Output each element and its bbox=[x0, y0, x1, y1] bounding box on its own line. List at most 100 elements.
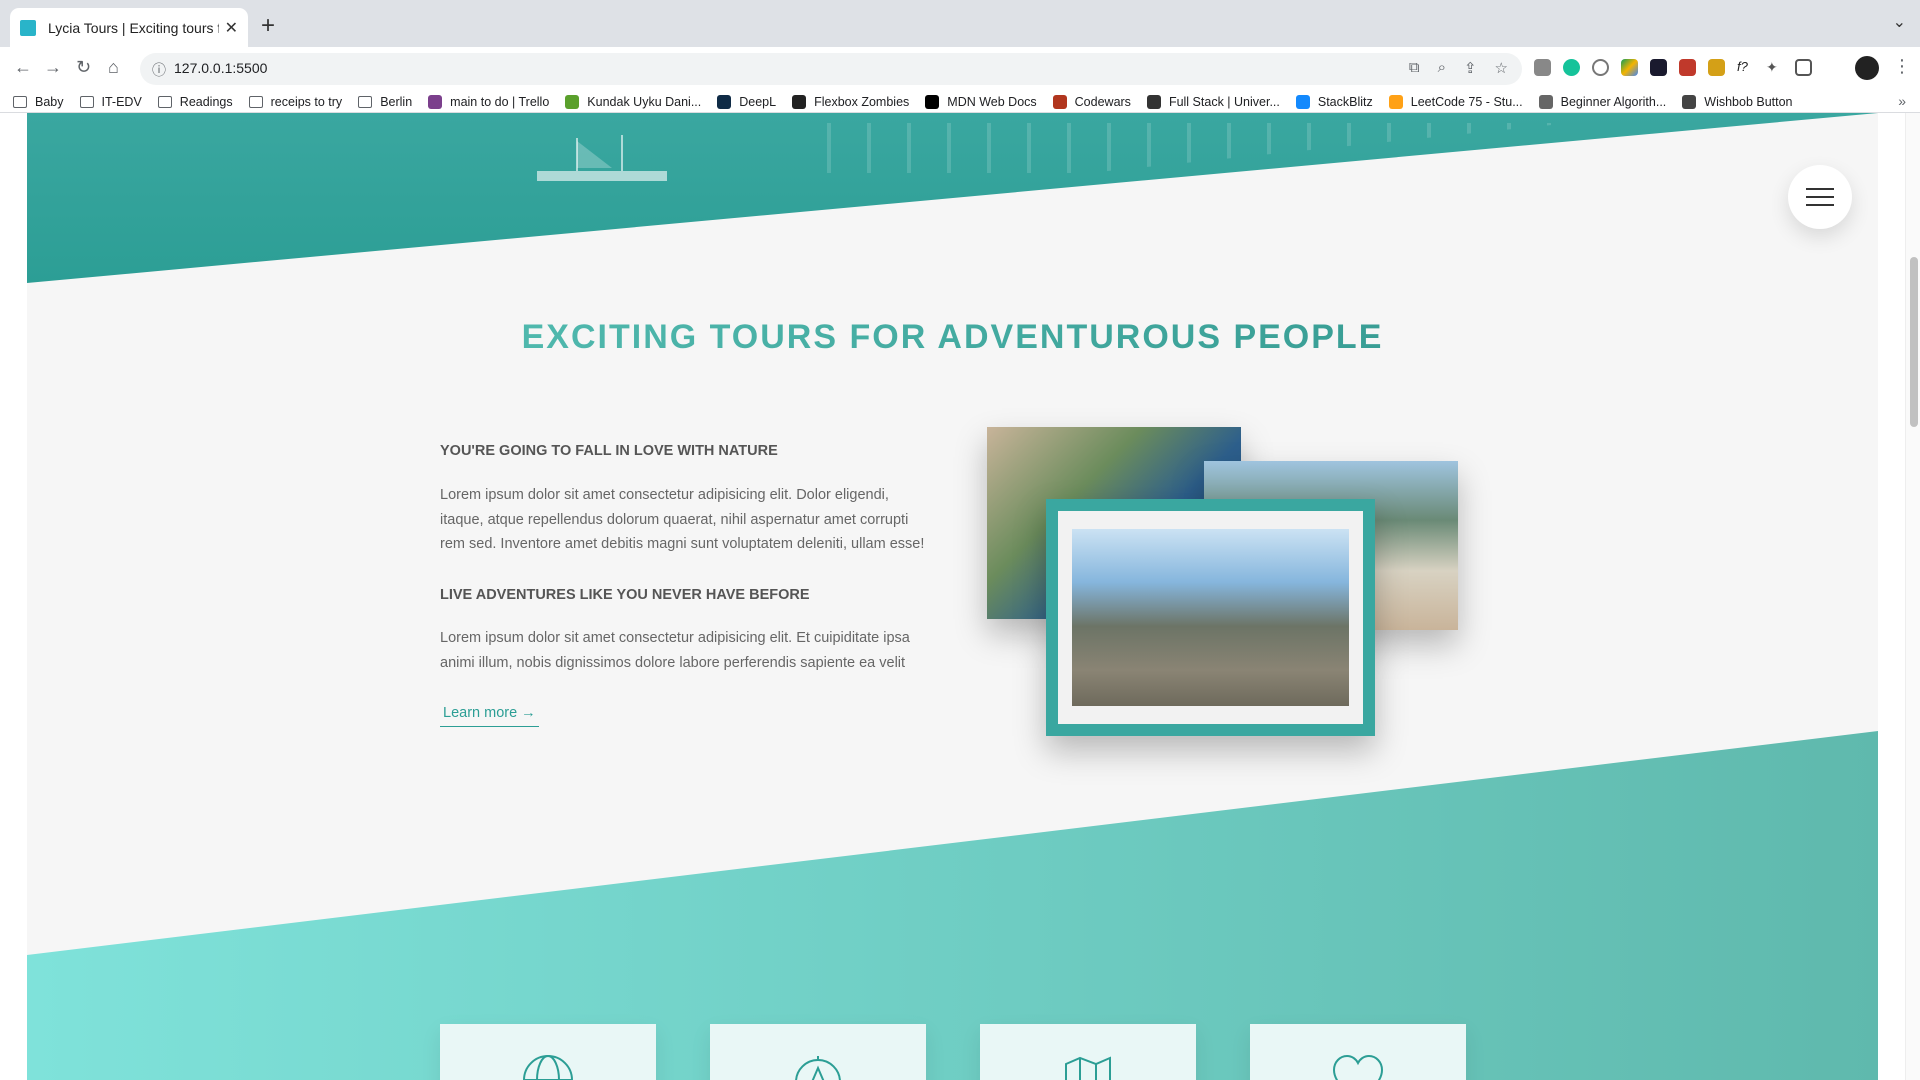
tour-photo-amphitheatre bbox=[1046, 499, 1375, 736]
extensions-area: f? ✦ bbox=[1534, 59, 1812, 76]
bookmark-label: MDN Web Docs bbox=[947, 94, 1037, 109]
bookmark-folder[interactable]: receips to try bbox=[248, 94, 343, 109]
compass-icon bbox=[795, 1056, 841, 1080]
reload-icon[interactable]: ↻ bbox=[76, 57, 91, 78]
favicon-icon bbox=[20, 19, 36, 36]
bookmark-label: Codewars bbox=[1074, 94, 1131, 109]
home-icon[interactable]: ⌂ bbox=[108, 57, 119, 78]
share-icon[interactable]: ⇪ bbox=[1464, 59, 1477, 77]
address-bar[interactable]: ⓘ 127.0.0.1:5500 ⧉ ⌕ ⇪ ☆ bbox=[140, 53, 1522, 85]
whatfont-icon[interactable]: f? bbox=[1737, 59, 1754, 76]
hamburger-icon bbox=[1806, 188, 1834, 190]
bookmark-link[interactable]: Codewars bbox=[1052, 94, 1131, 109]
bookmark-link[interactable]: LeetCode 75 - Stu... bbox=[1388, 94, 1523, 109]
grammarly-icon[interactable] bbox=[1563, 59, 1580, 76]
bookmark-folder[interactable]: Readings bbox=[157, 94, 233, 109]
bookmark-label: main to do | Trello bbox=[450, 94, 550, 109]
bookmark-link[interactable]: DeepL bbox=[717, 94, 776, 109]
bookmark-folder[interactable]: Berlin bbox=[358, 95, 412, 109]
feature-card bbox=[980, 1024, 1196, 1080]
bookmark-link[interactable]: Flexbox Zombies bbox=[792, 94, 909, 109]
bookmark-label: LeetCode 75 - Stu... bbox=[1410, 94, 1523, 109]
bookmark-folder[interactable]: IT-EDV bbox=[79, 94, 142, 109]
extension-icon[interactable] bbox=[1650, 59, 1667, 76]
feature-text-nature: Lorem ipsum dolor sit amet consectetur a… bbox=[440, 487, 925, 553]
boat-icon bbox=[537, 135, 667, 181]
feature-card bbox=[440, 1024, 656, 1080]
extension-icon[interactable] bbox=[1708, 59, 1725, 76]
bookmark-label: Readings bbox=[179, 94, 233, 109]
more-bookmarks-icon[interactable]: » bbox=[1898, 93, 1906, 109]
site-favicon-icon bbox=[1146, 94, 1161, 109]
site-favicon-icon bbox=[925, 94, 940, 109]
bookmark-link[interactable]: StackBlitz bbox=[1295, 94, 1373, 109]
back-icon[interactable]: ← bbox=[14, 57, 32, 78]
site-favicon-icon bbox=[1682, 94, 1697, 109]
page-scrollbar[interactable] bbox=[1905, 113, 1920, 1080]
bookmark-label: Berlin bbox=[380, 94, 413, 109]
folder-icon bbox=[13, 95, 27, 108]
feature-card bbox=[1250, 1024, 1466, 1080]
folder-icon bbox=[248, 95, 263, 108]
bookmark-link[interactable]: MDN Web Docs bbox=[925, 94, 1037, 109]
site-favicon-icon bbox=[717, 94, 732, 109]
bookmark-folder[interactable]: Baby bbox=[13, 95, 64, 109]
photo-image bbox=[1072, 529, 1349, 706]
url-text[interactable]: 127.0.0.1:5500 bbox=[174, 60, 267, 76]
site-favicon-icon bbox=[1295, 94, 1310, 109]
folder-icon bbox=[157, 95, 172, 108]
feature-heading-adventures: LIVE ADVENTURES LIKE YOU NEVER HAVE BEFO… bbox=[440, 587, 810, 603]
browser-toolbar: ← → ↻ ⌂ ⓘ 127.0.0.1:5500 ⧉ ⌕ ⇪ ☆ f? ✦ ⋮ bbox=[0, 47, 1920, 91]
scrollbar-thumb[interactable] bbox=[1910, 257, 1918, 427]
bookmark-link[interactable]: Full Stack | Univer... bbox=[1146, 94, 1280, 109]
bookmark-link[interactable]: main to do | Trello bbox=[428, 94, 550, 109]
bookmark-star-icon[interactable]: ☆ bbox=[1495, 59, 1508, 77]
folder-icon bbox=[358, 95, 373, 108]
globe-icon bbox=[523, 1055, 573, 1080]
bookmark-link[interactable]: Wishbob Button bbox=[1682, 94, 1793, 109]
page-viewport: EXCITING TOURS FOR ADVENTUROUS PEOPLE YO… bbox=[0, 113, 1920, 1080]
puzzle-icon[interactable]: ✦ bbox=[1766, 59, 1783, 76]
navigation-menu-button[interactable] bbox=[1788, 165, 1852, 229]
bookmark-label: Wishbob Button bbox=[1704, 94, 1793, 109]
tab-strip: Lycia Tours | Exciting tours for ✕ + ⌄ bbox=[0, 0, 1920, 47]
section-title: EXCITING TOURS FOR ADVENTUROUS PEOPLE bbox=[27, 318, 1878, 357]
vue-devtools-icon[interactable] bbox=[1534, 59, 1551, 76]
bookmark-label: Beginner Algorith... bbox=[1560, 94, 1667, 109]
avatar[interactable] bbox=[1855, 56, 1879, 80]
forward-icon[interactable]: → bbox=[44, 57, 62, 78]
hero-image-strip bbox=[27, 113, 1878, 283]
site-favicon-icon bbox=[1052, 94, 1067, 109]
browser-tab[interactable]: Lycia Tours | Exciting tours for ✕ bbox=[10, 8, 248, 47]
learn-more-link[interactable]: Learn more → bbox=[440, 705, 539, 727]
sea-texture bbox=[827, 123, 1667, 173]
bookmark-label: IT-EDV bbox=[101, 94, 142, 109]
drive-icon[interactable] bbox=[1621, 59, 1638, 76]
site-info-icon[interactable]: ⓘ bbox=[152, 60, 166, 80]
side-panel-icon[interactable] bbox=[1795, 59, 1812, 76]
bookmark-link[interactable]: Kundak Uyku Dani... bbox=[565, 94, 702, 109]
bookmarks-bar: Baby IT-EDV Readings receips to try Berlin ma… bbox=[0, 91, 1920, 113]
page-content: EXCITING TOURS FOR ADVENTUROUS PEOPLE YO… bbox=[27, 113, 1878, 1080]
bookmark-label: Kundak Uyku Dani... bbox=[587, 94, 702, 109]
feature-text-adventures: Lorem ipsum dolor sit amet consectetur a… bbox=[440, 630, 910, 671]
heart-icon bbox=[1332, 1054, 1384, 1080]
bookmark-link[interactable]: Beginner Algorith... bbox=[1538, 94, 1667, 109]
hamburger-line bbox=[1806, 204, 1834, 206]
bookmark-label: Full Stack | Univer... bbox=[1168, 94, 1280, 109]
new-tab-icon[interactable]: + bbox=[261, 12, 275, 40]
bookmark-label: receips to try bbox=[270, 94, 343, 109]
extension-icon[interactable] bbox=[1679, 59, 1696, 76]
tab-search-icon[interactable]: ⌄ bbox=[1893, 12, 1906, 32]
bookmark-label: StackBlitz bbox=[1317, 94, 1373, 109]
close-tab-icon[interactable]: ✕ bbox=[225, 18, 238, 38]
feature-card bbox=[710, 1024, 926, 1080]
map-icon bbox=[1065, 1056, 1111, 1080]
site-favicon-icon bbox=[1538, 94, 1553, 109]
extension-icon[interactable] bbox=[1592, 59, 1609, 76]
menu-kebab-icon[interactable]: ⋮ bbox=[1893, 56, 1911, 77]
tab-title: Lycia Tours | Exciting tours for bbox=[48, 19, 219, 36]
hero-photo-overlay bbox=[27, 113, 1667, 283]
zoom-icon[interactable]: ⌕ bbox=[1438, 59, 1446, 77]
translate-icon[interactable]: ⧉ bbox=[1409, 59, 1420, 77]
